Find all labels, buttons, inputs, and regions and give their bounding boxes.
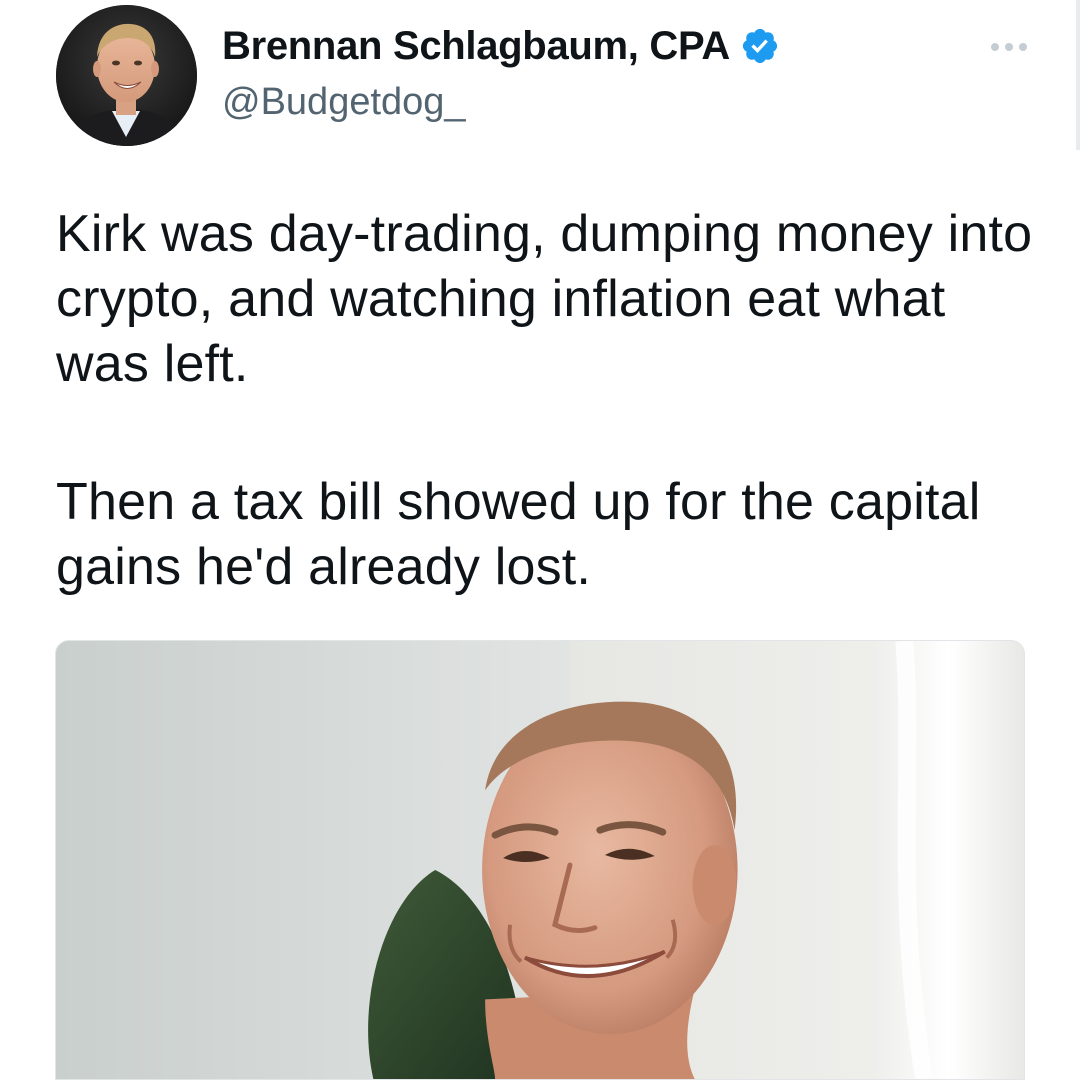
more-dot [1005, 43, 1013, 51]
tweet-text-paragraph: Kirk was day-trading, dumping money into… [56, 205, 1033, 393]
tweet-text-paragraph: Then a tax bill showed up for the capita… [56, 473, 981, 596]
profile-photo-icon [56, 5, 197, 146]
author-name-row: Brennan Schlagbaum, CPA [222, 24, 780, 68]
more-dot [1019, 43, 1027, 51]
smiling-man-photo-icon [56, 641, 1024, 1079]
verified-badge-icon [742, 28, 778, 64]
tweet-media-photo[interactable] [55, 640, 1025, 1080]
tweet-card: Brennan Schlagbaum, CPA @Budgetdog_ Kirk… [0, 0, 1080, 1080]
more-dot [991, 43, 999, 51]
author-handle[interactable]: @Budgetdog_ [222, 80, 466, 124]
author-avatar[interactable] [56, 5, 197, 146]
scrollbar-edge [1076, 0, 1080, 150]
author-display-name[interactable]: Brennan Schlagbaum, CPA [222, 24, 730, 68]
more-options-icon[interactable] [987, 36, 1031, 58]
